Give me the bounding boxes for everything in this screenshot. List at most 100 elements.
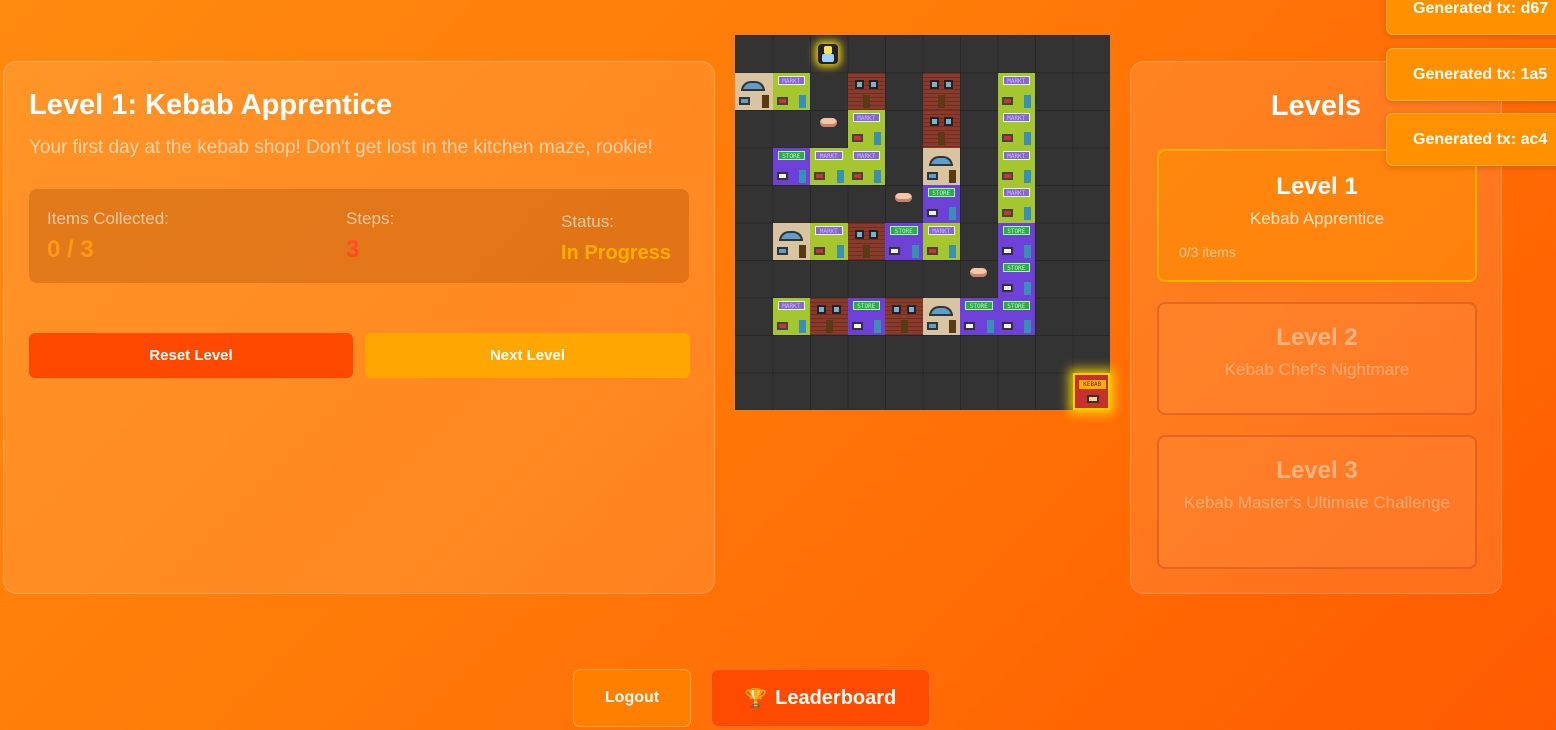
kebab-meat-item (820, 118, 837, 127)
game-board[interactable]: MARKT MARKT MARKT MARKT STORE MARKT MARKT MARKT… (735, 35, 1110, 410)
building-window (851, 171, 863, 180)
building-door (761, 94, 769, 108)
level-card-1[interactable]: Level 1 Kebab Apprentice 0/3 items (1157, 149, 1477, 282)
steps-value: 3 (346, 236, 360, 263)
level-title: Level 1: Kebab Apprentice (29, 89, 393, 121)
market-building: MARKT (997, 110, 1035, 148)
building-window (1001, 209, 1013, 217)
market-building: MARKT (922, 222, 960, 260)
house-building (735, 72, 773, 110)
store-sign: STORE (852, 300, 880, 310)
brick-building (922, 110, 960, 148)
player-character (818, 43, 838, 64)
market-sign: MARKT (852, 150, 880, 160)
building-window (739, 96, 750, 105)
building-window (814, 246, 825, 255)
building-door (1024, 207, 1031, 220)
building-window (776, 171, 788, 180)
market-sign: MARKT (927, 225, 955, 235)
building-door (938, 132, 945, 145)
building-door (863, 94, 870, 108)
building-window (892, 304, 901, 314)
status-value: In Progress (561, 242, 672, 264)
building-window (926, 171, 938, 180)
brick-building (810, 297, 848, 335)
level-card-subtitle: Kebab Apprentice (1249, 209, 1385, 228)
toast-notification[interactable]: Generated tx: 1a5 (1386, 48, 1556, 101)
building-door (1024, 94, 1031, 108)
toast-notification[interactable]: Generated tx: ac4 (1386, 113, 1556, 166)
next-level-button[interactable]: Next Level (365, 333, 690, 378)
building-door (911, 244, 919, 258)
market-sign: MARKT (1002, 188, 1030, 197)
building-door (986, 319, 994, 333)
building-window (854, 229, 864, 239)
logout-button[interactable]: Logout (573, 669, 691, 727)
level-actions: Reset Level Next Level (29, 333, 690, 378)
house-building (772, 222, 810, 260)
building-window (776, 321, 788, 330)
building-window (869, 79, 878, 89)
store-building: STORE (922, 185, 960, 223)
building-window (929, 117, 939, 126)
store-sign: STORE (777, 150, 805, 160)
building-door (949, 244, 956, 258)
building-window (926, 209, 938, 217)
brick-building (885, 297, 923, 335)
trophy-icon: 🏆 (744, 687, 768, 708)
reset-level-button[interactable]: Reset Level (29, 333, 353, 378)
steps-stat: Steps: 3 (346, 209, 394, 264)
store-sign: STORE (965, 300, 993, 310)
items-stat: Items Collected: 0 / 3 (47, 209, 169, 264)
building-door (863, 244, 870, 258)
steps-label: Steps: (346, 209, 395, 228)
brick-building (847, 222, 885, 260)
building-window (906, 304, 916, 314)
building-window (851, 321, 863, 330)
kebab-shop-window (1086, 394, 1099, 403)
market-building: MARKT (997, 185, 1035, 223)
building-door (1024, 169, 1031, 183)
market-sign: MARKT (1002, 75, 1030, 85)
items-label: Items Collected: (47, 209, 169, 228)
store-building: STORE (997, 222, 1035, 260)
leaderboard-button[interactable]: 🏆 Leaderboard (711, 669, 930, 727)
building-door (938, 94, 945, 108)
market-building: MARKT (810, 147, 848, 185)
house-building (922, 297, 960, 335)
building-door (874, 132, 881, 145)
building-window (929, 79, 939, 89)
level-card-3[interactable]: Level 3 Kebab Master's Ultimate Challeng… (1157, 435, 1477, 569)
building-door (1024, 319, 1031, 333)
building-door (1024, 244, 1031, 258)
toast-notification[interactable]: Generated tx: d67 (1386, 0, 1556, 35)
building-door (825, 319, 833, 333)
leaderboard-label: Leaderboard (775, 686, 897, 709)
building-door (836, 244, 844, 258)
kebab-shop-goal: KEBAB (1072, 372, 1110, 410)
building-door (949, 207, 956, 220)
house-building (922, 147, 960, 185)
building-window (1001, 284, 1013, 292)
market-building: MARKT (772, 297, 810, 335)
level-card-title: Level 1 (1276, 173, 1358, 200)
building-window (1001, 96, 1013, 105)
player-head (824, 45, 832, 54)
building-window (814, 171, 825, 180)
market-sign: MARKT (815, 150, 843, 160)
level-card-title: Level 2 (1276, 324, 1358, 351)
building-window (869, 229, 878, 239)
building-window (1001, 321, 1013, 330)
level-description: Your first day at the kebab shop! Don't … (29, 137, 653, 158)
house-window-arch (928, 305, 953, 316)
store-sign: STORE (890, 225, 918, 235)
building-window (944, 79, 953, 89)
building-window (831, 304, 841, 314)
market-building: MARKT (810, 222, 848, 260)
building-window (776, 96, 788, 105)
level-card-2[interactable]: Level 2 Kebab Chef's Nightmare (1157, 302, 1477, 415)
building-window (889, 246, 900, 255)
store-sign: STORE (1002, 300, 1030, 310)
store-building: STORE (997, 297, 1035, 335)
building-window (926, 246, 938, 255)
